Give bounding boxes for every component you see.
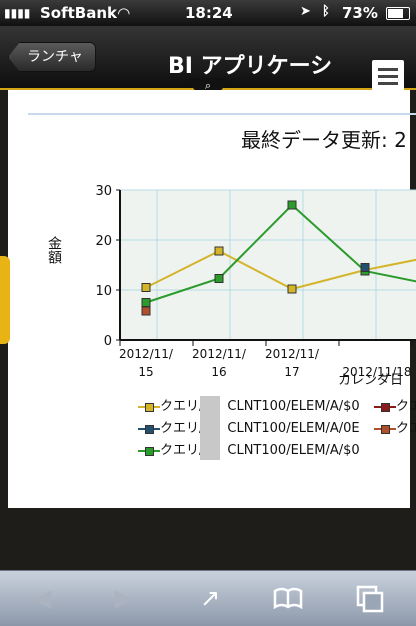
data-point <box>214 274 224 283</box>
tabs-icon[interactable] <box>354 583 386 613</box>
redaction-block <box>200 396 220 460</box>
side-panel-handle[interactable] <box>0 256 10 344</box>
legend-item: クエリ/CLNT100/ELEM/A/$0 <box>138 395 360 414</box>
back-icon[interactable]: ◀ <box>26 583 58 613</box>
wifi-icon: ◠ <box>118 4 130 22</box>
y-tick-label: 0 <box>104 334 112 349</box>
x-tick-label: 15 <box>138 365 153 379</box>
data-point <box>141 283 151 292</box>
status-bar: ▮▮▮▮ SoftBank ◠ 18:24 ➤ ᛒ 73% <box>0 0 416 26</box>
share-icon[interactable]: ↗ <box>194 583 226 613</box>
line-chart[interactable]: 01020302012/11/152012/11/162012/11/17 201… <box>28 160 416 390</box>
forward-icon[interactable]: ▶ <box>108 583 140 613</box>
x-tick-label: 17 <box>284 365 299 379</box>
signal-icon: ▮▮▮▮ <box>4 6 31 20</box>
legend-item: クエ <box>374 417 416 436</box>
data-point <box>141 298 151 307</box>
chart-card: 最終データ更新: 2 0 10 20 30 2012/11/15 2012/11/16 20… <box>8 90 416 508</box>
legend-item: クエリ/CLNT100/ELEM/A/$0 <box>138 439 360 458</box>
y-tick-label: 20 <box>95 234 112 249</box>
last-updated-label: 最終データ更新: 2 <box>241 128 407 152</box>
launcher-back-button[interactable]: ランチャ <box>8 42 96 72</box>
browser-toolbar: ◀ ▶ ↗ <box>0 570 416 626</box>
data-point <box>214 246 224 256</box>
clock: 18:24 <box>185 4 233 22</box>
page-title: BI アプリケーシ <box>168 54 333 79</box>
bookmarks-icon[interactable] <box>272 583 304 613</box>
report-area: 最終データ更新: 2 0 10 20 30 2012/11/15 2012/11/16 20… <box>0 90 416 570</box>
location-icon: ➤ <box>300 4 311 19</box>
pages-icon <box>356 585 384 613</box>
data-point <box>287 284 297 294</box>
legend-item: クエ <box>374 395 416 414</box>
divider <box>28 113 416 115</box>
menu-icon[interactable] <box>372 60 404 94</box>
battery-percent: 73% <box>342 4 378 22</box>
bluetooth-icon: ᛒ <box>322 4 330 19</box>
x-tick-label: 2012/11/ <box>192 347 247 361</box>
data-point <box>360 263 370 272</box>
x-tick-label: 16 <box>211 365 226 379</box>
book-icon <box>273 587 303 610</box>
x-tick-label: 2012/11/ <box>265 347 320 361</box>
battery-icon <box>386 7 410 20</box>
carrier-label: SoftBank <box>40 4 118 22</box>
plot-background <box>119 189 416 341</box>
data-point <box>287 200 297 210</box>
data-point <box>141 306 151 316</box>
y-tick-label: 30 <box>95 184 112 199</box>
x-axis-label: カレンダ日 <box>338 373 404 388</box>
x-tick-label: 2012/11/ <box>119 347 174 361</box>
y-tick-label: 10 <box>95 284 112 299</box>
y-axis-label: 金額 <box>46 236 62 264</box>
legend-item: クエリ/CLNT100/ELEM/A/0E <box>138 417 360 436</box>
